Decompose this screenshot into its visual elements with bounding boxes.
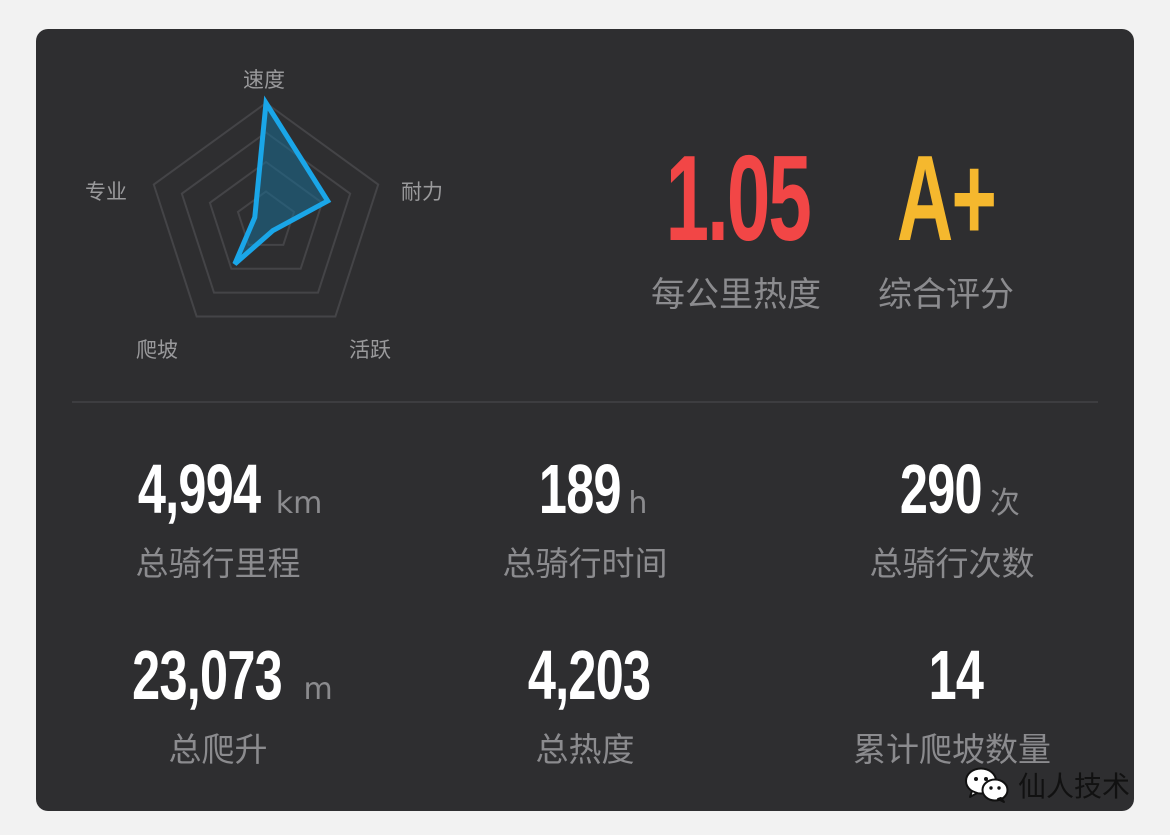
radar-axis-label-endurance: 耐力	[401, 180, 443, 204]
stat-value: 4,994	[137, 450, 260, 528]
stat-label: 总骑行时间	[502, 544, 668, 583]
stat-total-distance: 4,994 km 总骑行里程	[48, 453, 388, 585]
stat-total-rides: 290 次 总骑行次数	[782, 453, 1122, 585]
heat-per-km-value: 1.05	[665, 130, 812, 266]
stat-total-climb: 23,073 m 总爬升	[48, 639, 388, 771]
watermark: 仙人技术	[964, 765, 1130, 805]
radar-axis-label-activity: 活跃	[349, 338, 391, 362]
stat-climb-count: 14 累计爬坡数量	[782, 639, 1122, 771]
stat-unit: 次	[989, 486, 1020, 521]
stat-value: 189	[538, 450, 622, 528]
stat-value: 23,073	[132, 636, 283, 714]
wechat-icon	[964, 767, 1009, 803]
stat-label: 总爬升	[168, 730, 268, 769]
stat-unit: h	[628, 486, 648, 521]
stat-value: 4,203	[527, 636, 651, 714]
radar-data-area	[232, 95, 332, 266]
stat-value: 14	[928, 636, 984, 714]
watermark-text: 仙人技术	[1017, 770, 1130, 803]
stat-total-heat: 4,203 总热度	[415, 639, 755, 771]
radar-axis-label-professional: 专业	[85, 180, 127, 204]
stat-unit: km	[275, 486, 323, 521]
stat-unit: m	[303, 672, 333, 707]
stat-label: 总骑行次数	[869, 544, 1035, 583]
rating-label: 综合评分	[878, 275, 1014, 315]
heat-per-km-label: 每公里热度	[651, 275, 821, 315]
stat-label: 总热度	[535, 730, 635, 769]
stats-card: 速度 耐力 活跃 爬坡 专业 1.05 每公里热度 A+ 综合评分 4,994 k…	[36, 29, 1134, 811]
radar-axis-label-climb: 爬坡	[136, 338, 178, 362]
rating-value: A+	[896, 130, 997, 266]
stat-total-time: 189 h 总骑行时间	[415, 453, 755, 585]
radar-axis-label-speed: 速度	[243, 68, 285, 92]
stat-label: 累计爬坡数量	[853, 730, 1051, 769]
stat-value: 290	[900, 450, 983, 528]
section-divider	[72, 401, 1098, 403]
stat-label: 总骑行里程	[135, 544, 301, 583]
